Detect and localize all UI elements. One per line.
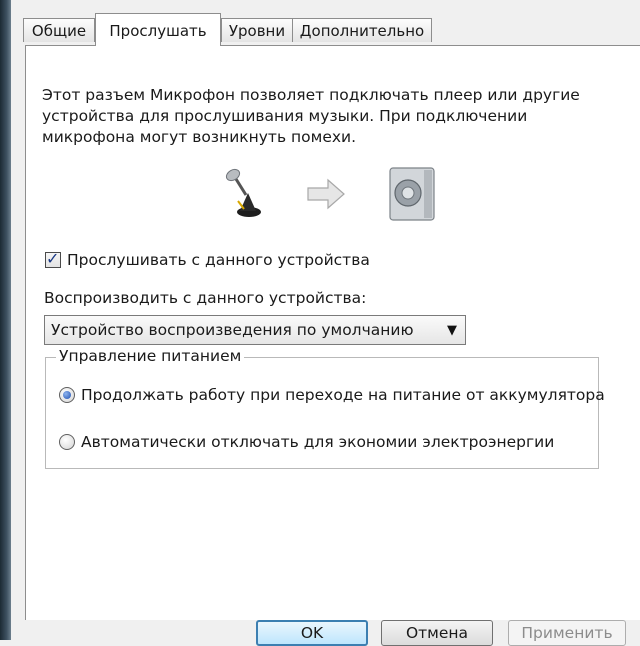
playback-device-value: Устройство воспроизведения по умолчанию [51,321,414,339]
radio-button-selected[interactable] [59,387,75,403]
power-option-continue[interactable]: Продолжать работу при переходе на питани… [59,386,605,404]
arrow-right-icon [307,178,345,210]
listen-checkbox[interactable]: ✓ [45,249,61,268]
description-line: устройства для прослушивания музыки. При… [42,107,528,125]
ok-button[interactable]: OK [256,620,368,646]
apply-button[interactable]: Применить [508,620,626,646]
microphone-icon [225,168,261,217]
listen-checkbox-row[interactable]: ✓ Прослушивать с данного устройства [45,248,370,272]
power-management-group: Управление питанием Продолжать работу пр… [45,347,605,469]
power-option-label: Продолжать работу при переходе на питани… [81,386,605,404]
listen-checkbox-label: Прослушивать с данного устройства [67,251,370,269]
power-option-auto-off[interactable]: Автоматически отключать для экономии эле… [59,433,554,451]
cancel-button[interactable]: Отмена [381,620,493,646]
tab-levels[interactable]: Уровни [221,18,293,42]
dropdown-arrow-icon[interactable]: ▼ [439,323,465,338]
playback-label: Воспроизводить с данного устройства: [44,289,367,307]
radio-dot-icon [63,391,71,399]
description-text: Этот разъем Микрофон позволяет подключат… [42,85,602,148]
power-option-label: Автоматически отключать для экономии эле… [81,433,555,451]
tab-strip: Общие Прослушать Уровни Дополнительно [11,0,640,46]
checkmark-icon: ✓ [46,249,60,268]
tab-advanced[interactable]: Дополнительно [292,18,432,42]
playback-device-select[interactable]: Устройство воспроизведения по умолчанию … [44,315,466,345]
speaker-icon [389,167,435,221]
power-management-legend: Управление питанием [56,347,245,365]
radio-button[interactable] [59,434,75,450]
illustration [218,165,448,225]
description-line: микрофона могут возникнуть помехи. [42,128,357,146]
tab-listen[interactable]: Прослушать [95,13,221,46]
window-edge [0,0,11,640]
tab-general[interactable]: Общие [23,18,95,42]
description-line: Этот разъем Микрофон позволяет подключат… [42,86,580,104]
